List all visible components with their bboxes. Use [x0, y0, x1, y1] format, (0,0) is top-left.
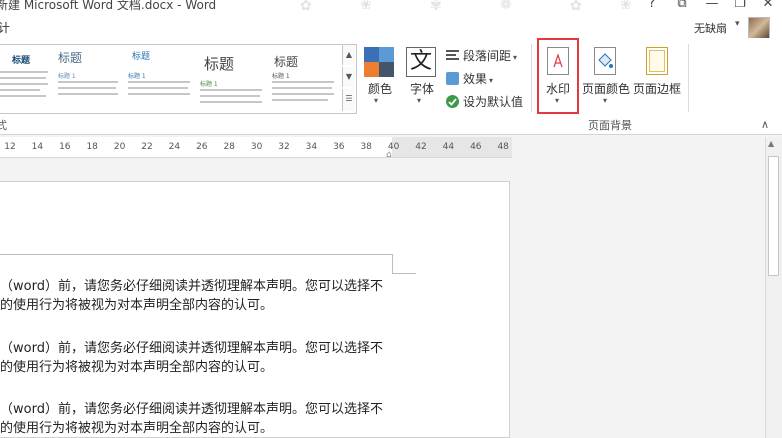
paragraph-line: （word）前，请您务必仔细阅读并透彻理解本声明。您可以选择不 — [0, 279, 383, 294]
minimize-button[interactable]: — — [702, 0, 722, 11]
chevron-down-icon: ▾ — [489, 76, 494, 85]
ruler-tick-label: 18 — [86, 142, 98, 152]
chevron-down-icon[interactable]: ▾ — [603, 96, 607, 105]
paragraph-line: （word）前，请您务必仔细阅读并透彻理解本声明。您可以选择不 — [0, 341, 383, 356]
ruler-tick-label: 30 — [250, 142, 263, 152]
style-thumb[interactable]: 标题 标题 1 — [58, 45, 120, 111]
chevron-down-icon[interactable]: ▾ — [735, 19, 740, 29]
user-name[interactable]: 无缺扇 — [694, 20, 727, 36]
decor-icon: ❀ — [360, 0, 372, 13]
scrollbar-thumb[interactable] — [768, 156, 779, 276]
ruler-tick-label: 14 — [31, 142, 44, 152]
ruler-tick-label: 42 — [415, 142, 427, 152]
decor-icon: ❀ — [620, 0, 632, 13]
style-subheading: 标题 1 — [272, 73, 290, 80]
chevron-down-icon[interactable]: ▾ — [417, 96, 421, 105]
colors-icon[interactable] — [364, 47, 394, 77]
restore-button[interactable]: ❐ — [730, 0, 750, 11]
group-separator — [531, 44, 532, 112]
document-formatting-group-label: 式 — [0, 119, 7, 132]
fonts-button[interactable]: 字体 — [410, 80, 434, 97]
page-background-group-label: 页面背景 — [588, 119, 632, 132]
style-subheading: 标题 1 — [128, 73, 146, 80]
group-separator — [688, 44, 689, 112]
set-as-default-label: 设为默认值 — [463, 95, 524, 109]
style-subheading: 标题 1 — [58, 73, 76, 80]
colors-button[interactable]: 颜色 — [368, 80, 392, 97]
gallery-scroll-up-button[interactable]: ▲ — [342, 45, 355, 65]
watermark-button[interactable]: 水印 — [546, 80, 570, 97]
chevron-down-icon[interactable]: ▾ — [374, 96, 378, 105]
ruler-tick-label: 46 — [470, 142, 482, 152]
margin-corner-mark — [392, 273, 416, 274]
collapse-ribbon-button[interactable]: ∧ — [761, 118, 769, 131]
decor-icon: ✿ — [570, 0, 582, 14]
paragraph-spacing-icon — [446, 50, 459, 60]
ruler-tick-label: 48 — [497, 142, 509, 152]
gallery-scroll-down-button[interactable]: ▼ — [342, 67, 355, 87]
title-bar: 新建 Microsoft Word 文档.docx - Word ✿ ❀ ✾ ❁… — [0, 0, 782, 16]
ruler-tick-label: 24 — [168, 142, 181, 152]
ruler-tick-label: 12 — [4, 142, 16, 152]
ruler-tick-label: 20 — [113, 142, 126, 152]
paragraph-line: 的使用行为将被视为对本声明全部内容的认可。 — [0, 298, 274, 313]
style-heading: 标题 — [204, 55, 235, 73]
ribbon-display-options-button[interactable]: ⧉ — [672, 0, 692, 11]
decor-icon: ✾ — [430, 0, 442, 14]
ruler-tick-label: 32 — [278, 142, 290, 152]
ruler-tick-label: 34 — [305, 142, 318, 152]
ruler-tick-label: 16 — [59, 142, 71, 152]
style-set-gallery[interactable]: 标题 标题 标题 1 标题 标题 1 标题 标题 1 标题 标题 1 ▲ ▼ ☰ — [0, 44, 357, 114]
style-heading: 标题 — [58, 51, 83, 65]
decor-icon: ✿ — [300, 0, 312, 14]
close-button[interactable]: ✕ — [758, 0, 778, 11]
page-borders-button[interactable]: 页面边框 — [633, 80, 681, 97]
paragraph-line: 的使用行为将被视为对本声明全部内容的认可。 — [0, 421, 274, 436]
page-borders-icon[interactable] — [646, 47, 668, 75]
ruler-tick-label: 36 — [333, 142, 345, 152]
margin-corner-mark — [0, 254, 392, 255]
effects-label: 效果 — [463, 72, 488, 86]
paragraph-line: （word）前，请您务必仔细阅读并透彻理解本声明。您可以选择不 — [0, 402, 383, 417]
checkmark-icon — [446, 95, 459, 108]
paragraph[interactable]: （word）前，请您务必仔细阅读并透彻理解本声明。您可以选择不 的使用行为将被视… — [0, 339, 383, 377]
effects-icon — [446, 72, 459, 85]
paragraph-line: 的使用行为将被视为对本声明全部内容的认可。 — [0, 360, 274, 375]
ribbon-tab-row: 计 — [0, 16, 782, 38]
page-color-icon[interactable] — [594, 47, 616, 75]
style-subheading: 标题 1 — [200, 81, 218, 88]
margin-corner-mark — [392, 254, 393, 274]
ruler-tick-label: 38 — [360, 142, 372, 152]
help-button[interactable]: ? — [642, 0, 662, 11]
page-color-button[interactable]: 页面颜色 — [582, 80, 630, 97]
scroll-up-arrow-icon[interactable]: ▲ — [768, 139, 774, 148]
avatar[interactable] — [748, 17, 770, 39]
style-heading: 标题 — [12, 56, 31, 66]
ruler-tick-label: 44 — [442, 142, 455, 152]
ruler-tick-label: 26 — [196, 142, 208, 152]
fonts-icon[interactable]: 文 — [406, 47, 436, 77]
chevron-down-icon: ▾ — [513, 53, 518, 62]
style-thumb[interactable]: 标题 标题 1 — [128, 45, 192, 111]
paragraph-spacing-button[interactable]: 段落间距 ▾ — [446, 47, 517, 64]
paragraph-spacing-label: 段落间距 — [463, 49, 512, 63]
decor-icon: ❁ — [500, 0, 512, 13]
style-heading: 标题 — [274, 55, 299, 69]
ruler-tick-label: 28 — [223, 142, 235, 152]
paragraph[interactable]: （word）前，请您务必仔细阅读并透彻理解本声明。您可以选择不 的使用行为将被视… — [0, 277, 383, 315]
style-heading: 标题 — [132, 52, 151, 62]
chevron-down-icon[interactable]: ▾ — [555, 96, 559, 105]
paragraph[interactable]: （word）前，请您务必仔细阅读并透彻理解本声明。您可以选择不 的使用行为将被视… — [0, 400, 383, 438]
set-as-default-button[interactable]: 设为默认值 — [446, 93, 523, 110]
style-thumb[interactable]: 标题 — [0, 45, 52, 111]
watermark-icon[interactable] — [547, 47, 569, 75]
window-title: 新建 Microsoft Word 文档.docx - Word — [0, 0, 217, 12]
style-thumb[interactable]: 标题 标题 1 — [200, 45, 266, 111]
ruler-tick-label: 22 — [141, 142, 153, 152]
style-thumb[interactable]: 标题 标题 1 — [272, 45, 336, 111]
effects-button[interactable]: 效果 ▾ — [446, 70, 493, 87]
tab-design[interactable]: 计 — [0, 19, 10, 36]
gallery-more-button[interactable]: ☰ — [342, 89, 355, 111]
